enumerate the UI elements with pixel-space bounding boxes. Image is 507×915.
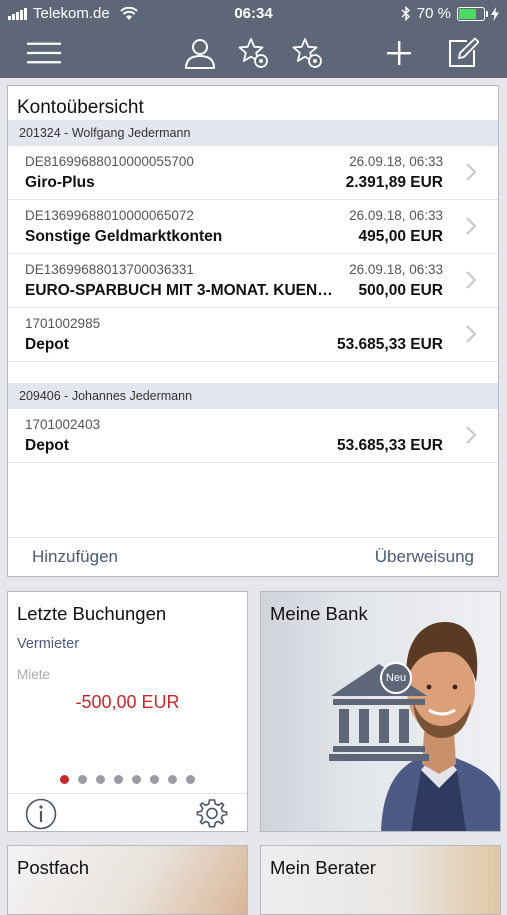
- account-row[interactable]: DE13699688010000065072 26.09.18, 06:33 S…: [8, 200, 498, 254]
- advisor-tile[interactable]: Mein Berater: [260, 845, 501, 915]
- page-dot[interactable]: [150, 775, 159, 784]
- favorite-settings-icon[interactable]: [237, 36, 271, 70]
- favorite-config-icon[interactable]: [291, 36, 325, 70]
- chevron-right-icon: [466, 217, 477, 235]
- booking-purpose: Miete: [17, 667, 51, 682]
- charging-icon: [491, 6, 499, 21]
- account-overview-panel: Kontoübersicht 201324 - Wolfgang Jederma…: [7, 85, 499, 577]
- account-row[interactable]: 1701002403 Depot 53.685,33 EUR: [8, 409, 498, 463]
- account-number: DE13699688010000065072: [25, 208, 194, 223]
- page-dot[interactable]: [186, 775, 195, 784]
- chevron-right-icon: [466, 271, 477, 289]
- add-icon[interactable]: [382, 36, 416, 70]
- account-date: 26.09.18, 06:33: [349, 154, 443, 169]
- transfer-button[interactable]: Überweisung: [375, 547, 474, 567]
- account-group-header: 201324 - Wolfgang Jedermann: [8, 120, 498, 146]
- account-name: EURO-SPARBUCH MIT 3-MONAT. KUEN…: [25, 282, 333, 299]
- recent-bookings-tile[interactable]: Letzte Buchungen Vermieter Miete -500,00…: [7, 591, 248, 832]
- page-dot[interactable]: [168, 775, 177, 784]
- chevron-right-icon: [466, 426, 477, 444]
- account-balance: 500,00 EUR: [358, 282, 443, 299]
- booking-amount: -500,00 EUR: [75, 692, 180, 712]
- chevron-right-icon: [466, 325, 477, 343]
- page-dot[interactable]: [78, 775, 87, 784]
- page-dot[interactable]: [114, 775, 123, 784]
- menu-icon[interactable]: [27, 36, 61, 70]
- page-dot[interactable]: [96, 775, 105, 784]
- account-name: Giro-Plus: [25, 174, 95, 191]
- bank-icon: [329, 664, 429, 761]
- add-account-button[interactable]: Hinzufügen: [32, 547, 118, 567]
- gear-icon[interactable]: [196, 798, 228, 830]
- panel-footer: Hinzufügen Überweisung: [8, 537, 498, 576]
- info-icon[interactable]: [25, 798, 57, 830]
- tile-toolbar: [8, 793, 247, 831]
- account-row[interactable]: DE81699688010000055700 26.09.18, 06:33 G…: [8, 146, 498, 200]
- edit-icon[interactable]: [446, 36, 480, 70]
- account-balance: 495,00 EUR: [358, 228, 443, 245]
- mailbox-tile[interactable]: Postfach: [7, 845, 248, 915]
- account-date: 26.09.18, 06:33: [349, 208, 443, 223]
- booking-counterparty: Vermieter: [17, 636, 80, 652]
- page-dot[interactable]: [132, 775, 141, 784]
- chevron-right-icon: [466, 163, 477, 181]
- battery-percent: 70 %: [416, 5, 451, 22]
- navigation-bar: [0, 28, 507, 78]
- account-name: Sonstige Geldmarktkonten: [25, 228, 223, 245]
- page-dot[interactable]: [60, 775, 69, 784]
- panel-title: Kontoübersicht: [17, 97, 144, 118]
- account-balance: 53.685,33 EUR: [337, 437, 443, 454]
- battery-icon: [457, 6, 488, 21]
- bluetooth-icon: [401, 6, 410, 21]
- tile-title: Meine Bank: [270, 603, 368, 624]
- tile-title: Postfach: [17, 857, 89, 878]
- page-indicator[interactable]: [8, 775, 247, 784]
- new-badge: Neu: [380, 662, 412, 694]
- account-group-header: 209406 - Johannes Jedermann: [8, 383, 498, 409]
- account-row[interactable]: 1701002985 Depot 53.685,33 EUR: [8, 308, 498, 362]
- account-number: DE13699688013700036331: [25, 262, 194, 277]
- account-date: 26.09.18, 06:33: [349, 262, 443, 277]
- account-number: 1701002985: [25, 316, 101, 331]
- account-balance: 53.685,33 EUR: [337, 336, 443, 353]
- profile-icon[interactable]: [183, 36, 217, 70]
- my-bank-tile[interactable]: Neu Meine Bank: [260, 591, 501, 832]
- account-name: Depot: [25, 437, 69, 454]
- account-name: Depot: [25, 336, 69, 353]
- account-balance: 2.391,89 EUR: [345, 174, 443, 191]
- account-number: DE81699688010000055700: [25, 154, 194, 169]
- tile-title: Mein Berater: [270, 857, 376, 878]
- account-row[interactable]: DE13699688013700036331 26.09.18, 06:33 E…: [8, 254, 498, 308]
- tile-title: Letzte Buchungen: [17, 603, 167, 624]
- status-bar: Telekom.de 06:34 70 %: [0, 0, 507, 28]
- account-number: 1701002403: [25, 417, 101, 432]
